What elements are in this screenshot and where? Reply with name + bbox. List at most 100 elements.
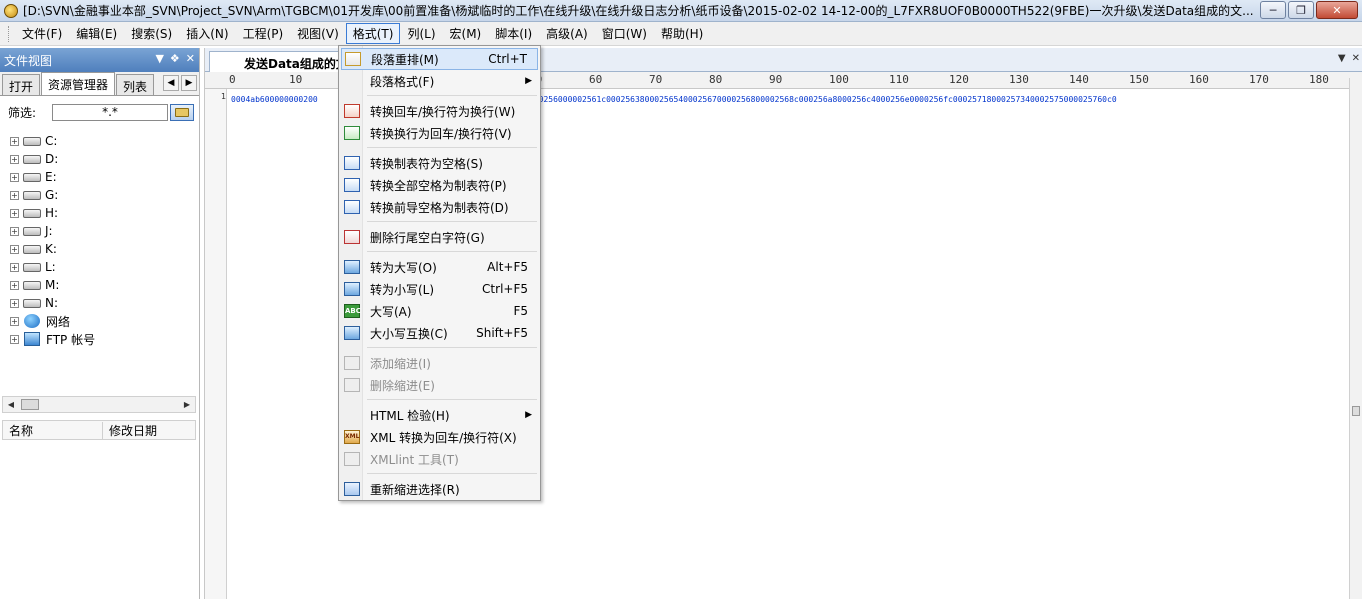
format-menu-item-13[interactable]: 转为小写(L) Ctrl+F5: [341, 278, 538, 300]
tree-item[interactable]: + D:: [0, 150, 199, 168]
tree-item[interactable]: + J:: [0, 222, 199, 240]
tree-item[interactable]: + M:: [0, 276, 199, 294]
panel-tab-2[interactable]: 列表: [116, 74, 155, 95]
app-icon: [4, 3, 18, 18]
remove-indent-icon: [344, 378, 360, 392]
expand-icon[interactable]: +: [10, 226, 19, 236]
space-to-tab-icon: [344, 178, 360, 192]
expand-icon[interactable]: +: [10, 316, 19, 326]
format-menu-item-21[interactable]: XML XML 转换为回车/换行符(X): [341, 426, 538, 448]
close-button[interactable]: ✕: [1316, 1, 1358, 19]
pin-icon[interactable]: ❖: [170, 52, 180, 65]
menu-9[interactable]: 脚本(I): [488, 23, 539, 44]
line-number-gutter: 1: [205, 89, 227, 599]
format-menu-label: XMLlint 工具(T): [370, 452, 459, 467]
network-icon: [24, 314, 40, 328]
menu-10[interactable]: 高级(A): [539, 23, 595, 44]
format-menu-item-10[interactable]: 删除行尾空白字符(G): [341, 226, 538, 248]
scroll-thumb[interactable]: [21, 399, 39, 410]
menu-4[interactable]: 工程(P): [236, 23, 291, 44]
format-menu-item-8[interactable]: 转换前导空格为制表符(D): [341, 196, 538, 218]
menu-0[interactable]: 文件(F): [15, 23, 69, 44]
minimize-button[interactable]: ─: [1260, 1, 1286, 19]
ruler-label: 70: [649, 73, 663, 86]
tree-item[interactable]: + G:: [0, 186, 199, 204]
filter-label: 筛选:: [8, 105, 37, 120]
expand-icon[interactable]: +: [10, 190, 19, 200]
menu-7[interactable]: 列(L): [400, 23, 442, 44]
tree-item[interactable]: + L:: [0, 258, 199, 276]
column-header-date[interactable]: 修改日期: [103, 422, 157, 439]
expand-icon[interactable]: +: [10, 334, 19, 344]
horizontal-scrollbar[interactable]: ◀ ▶: [2, 396, 196, 413]
vertical-scrollbar[interactable]: [1349, 78, 1362, 599]
expand-icon[interactable]: +: [10, 280, 19, 290]
format-menu-item-4[interactable]: 转换换行为回车/换行符(V): [341, 122, 538, 144]
format-menu-item-24[interactable]: 重新缩进选择(R): [341, 478, 538, 500]
menu-6[interactable]: 格式(T): [345, 23, 401, 44]
submenu-arrow-icon: ▶: [525, 76, 532, 86]
expand-icon[interactable]: +: [10, 172, 19, 182]
uppercase-icon: [344, 260, 360, 274]
format-menu-item-15[interactable]: 大小写互换(C) Shift+F5: [341, 322, 538, 344]
tab-list-icon[interactable]: ▼: [1338, 53, 1346, 64]
scroll-left-icon[interactable]: ◀: [3, 400, 19, 409]
menu-12[interactable]: 帮助(H): [654, 23, 710, 44]
tree-item[interactable]: + 网络: [0, 312, 199, 330]
format-menu-item-3[interactable]: 转换回车/换行符为换行(W): [341, 100, 538, 122]
tab-scroll-right-button[interactable]: ▶: [181, 75, 197, 91]
expand-icon[interactable]: +: [10, 154, 19, 164]
format-menu-item-0[interactable]: 段落重排(M) Ctrl+T: [341, 48, 538, 70]
format-menu-item-6[interactable]: 转换制表符为空格(S): [341, 152, 538, 174]
format-menu-label: 添加缩进(I): [370, 356, 431, 371]
expand-icon[interactable]: +: [10, 298, 19, 308]
close-icon[interactable]: ✕: [186, 52, 195, 65]
tree-item-label: C:: [45, 134, 58, 148]
panel-tab-0[interactable]: 打开: [2, 74, 41, 95]
format-menu-item-22: XMLlint 工具(T): [341, 448, 538, 470]
tree-item[interactable]: + FTP 帐号: [0, 330, 199, 348]
tree-item[interactable]: + H:: [0, 204, 199, 222]
paragraph-reflow-icon: [345, 52, 361, 66]
tree-item-label: H:: [45, 206, 59, 220]
menu-1[interactable]: 编辑(E): [69, 23, 124, 44]
format-menu-item-1[interactable]: 段落格式(F) ▶: [341, 70, 538, 92]
trim-trailing-icon: [344, 230, 360, 244]
tab-scroll-left-button[interactable]: ◀: [163, 75, 179, 91]
tree-item[interactable]: + N:: [0, 294, 199, 312]
menu-5[interactable]: 视图(V): [290, 23, 346, 44]
tree-item[interactable]: + K:: [0, 240, 199, 258]
filter-input[interactable]: *.*: [52, 103, 168, 121]
scroll-right-icon[interactable]: ▶: [179, 400, 195, 409]
close-tab-icon[interactable]: ✕: [1352, 53, 1360, 64]
reindent-icon: [344, 482, 360, 496]
chevron-down-icon[interactable]: ▼: [155, 52, 163, 65]
expand-icon[interactable]: +: [10, 136, 19, 146]
network-drive-icon: [23, 208, 41, 218]
document-tab[interactable]: 发送Data组成的文: [209, 51, 357, 72]
expand-icon[interactable]: +: [10, 244, 19, 254]
filter-browse-button[interactable]: [170, 103, 194, 121]
expand-icon[interactable]: +: [10, 208, 19, 218]
restore-button[interactable]: ❐: [1288, 1, 1314, 19]
format-menu-item-7[interactable]: 转换全部空格为制表符(P): [341, 174, 538, 196]
expand-icon[interactable]: +: [10, 262, 19, 272]
panel-tab-1[interactable]: 资源管理器: [41, 72, 116, 95]
format-menu-item-20[interactable]: HTML 检验(H) ▶: [341, 404, 538, 426]
tree-item[interactable]: + E:: [0, 168, 199, 186]
drive-icon: [23, 172, 41, 182]
menu-bar: 文件(F) 编辑(E) 搜索(S) 插入(N) 工程(P) 视图(V) 格式(T) 列(L) 宏…: [0, 22, 1362, 46]
column-header-name[interactable]: 名称: [3, 421, 103, 439]
menu-2[interactable]: 搜索(S): [124, 23, 179, 44]
format-menu-label: XML 转换为回车/换行符(X): [370, 430, 517, 445]
format-menu-label: 删除缩进(E): [370, 378, 435, 393]
tree-item[interactable]: + C:: [0, 132, 199, 150]
xmllint-icon: [344, 452, 360, 466]
menu-8[interactable]: 宏(M): [443, 23, 489, 44]
vertical-scroll-thumb[interactable]: [1352, 406, 1360, 416]
format-menu-item-14[interactable]: ABC 大写(A) F5: [341, 300, 538, 322]
menu-3[interactable]: 插入(N): [179, 23, 235, 44]
menu-11[interactable]: 窗口(W): [595, 23, 654, 44]
format-menu-item-12[interactable]: 转为大写(O) Alt+F5: [341, 256, 538, 278]
ruler-label: 60: [589, 73, 603, 86]
